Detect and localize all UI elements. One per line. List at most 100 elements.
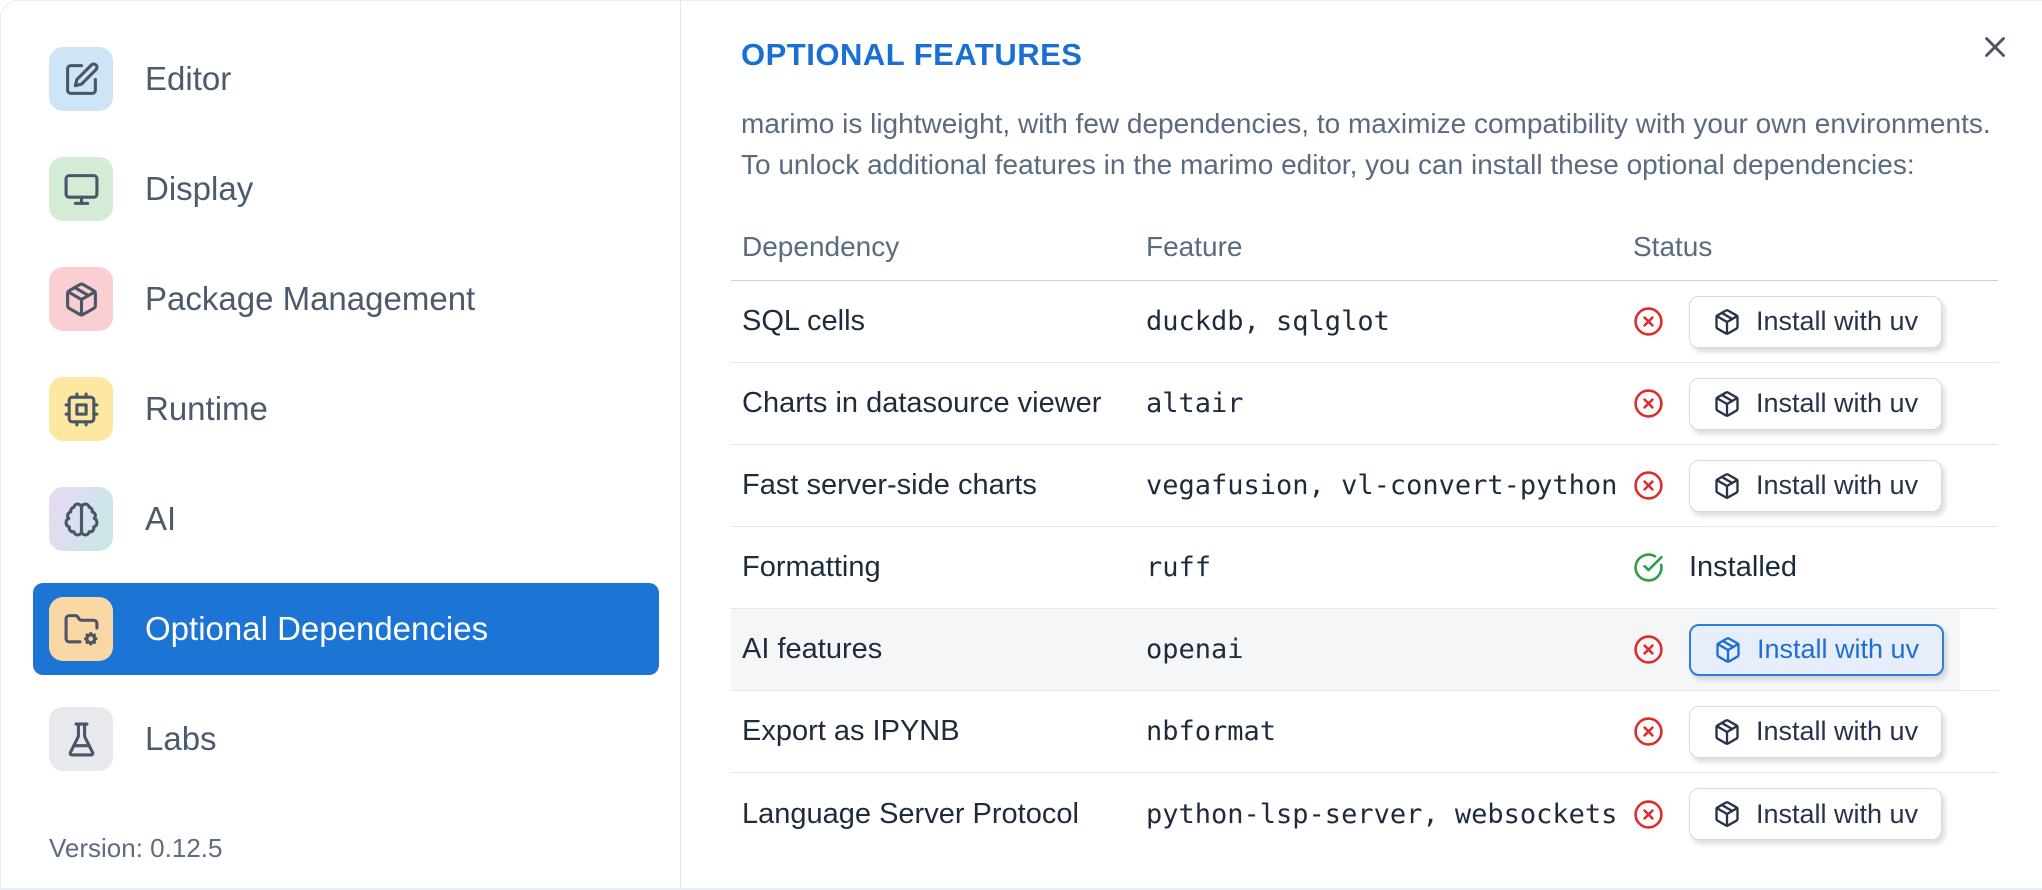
- feature-cell: ruff: [1146, 552, 1212, 583]
- optional-features-panel: OPTIONAL FEATURES marimo is lightweight,…: [682, 1, 2042, 888]
- settings-dialog: Editor Display Package Management Runtim…: [0, 0, 2042, 890]
- dependencies-table: Dependency Feature Status SQL cells duck…: [731, 213, 1998, 855]
- status-not-installed-icon: [1633, 634, 1664, 665]
- table-row: Language Server Protocol python-lsp-serv…: [731, 773, 1998, 855]
- table-row: SQL cells duckdb, sqlglot Install with u…: [731, 281, 1998, 363]
- circle-x-icon: [1634, 471, 1663, 500]
- status-cell: Install with uv: [1631, 623, 1998, 676]
- cpu-icon: [64, 392, 98, 426]
- page-title: OPTIONAL FEATURES: [741, 37, 1083, 72]
- sidebar-nav: Editor Display Package Management Runtim…: [33, 33, 680, 785]
- sidebar-item-label: Runtime: [145, 390, 268, 427]
- brain-icon-box: [49, 487, 113, 551]
- panel-description: marimo is lightweight, with few dependen…: [741, 108, 1991, 180]
- feature-cell: nbformat: [1146, 716, 1277, 747]
- status-not-installed-icon: [1633, 306, 1664, 337]
- package-icon: [1715, 390, 1739, 417]
- dependency-cell: Fast server-side charts: [742, 469, 1037, 501]
- package-icon: [1715, 472, 1739, 499]
- sidebar-item-ai[interactable]: AI: [33, 473, 659, 565]
- circle-check-icon: [1634, 553, 1663, 582]
- status-not-installed-icon: [1633, 388, 1664, 419]
- status-cell: Installed: [1631, 551, 1998, 584]
- circle-x-icon: [1634, 635, 1663, 664]
- status-cell: Install with uv: [1631, 788, 1998, 840]
- install-button-label: Install with uv: [1756, 798, 1919, 829]
- close-button[interactable]: [1973, 25, 2017, 69]
- package-icon: [65, 282, 97, 316]
- sidebar-item-package-management[interactable]: Package Management: [33, 253, 659, 345]
- install-with-uv-button[interactable]: Install with uv: [1689, 295, 1943, 348]
- install-with-uv-button[interactable]: Install with uv: [1689, 459, 1943, 512]
- folder-cog-icon: [64, 613, 98, 646]
- package-icon: [1715, 801, 1739, 827]
- status-installed-icon: [1633, 552, 1664, 583]
- install-with-uv-button[interactable]: Install with uv: [1689, 623, 1945, 676]
- dependency-cell: Language Server Protocol: [742, 797, 1079, 830]
- header-dependency: Dependency: [742, 230, 900, 262]
- sidebar-item-optional-dependencies[interactable]: Optional Dependencies: [33, 583, 659, 675]
- package-icon: [1715, 308, 1739, 335]
- sidebar-item-editor[interactable]: Editor: [33, 33, 659, 125]
- sidebar-item-label: Editor: [145, 60, 232, 97]
- sidebar-item-label: Package Management: [145, 280, 476, 317]
- status-not-installed-icon: [1633, 470, 1664, 501]
- cpu-icon-box: [49, 377, 113, 441]
- status-cell: Install with uv: [1631, 459, 1998, 512]
- feature-cell: openai: [1146, 634, 1244, 665]
- table-header-row: Dependency Feature Status: [731, 213, 1998, 281]
- circle-x-icon: [1634, 717, 1663, 746]
- status-cell: Install with uv: [1631, 705, 1998, 758]
- circle-x-icon: [1634, 307, 1663, 336]
- table-row: AI features openai Install with uv: [731, 609, 1998, 691]
- status-not-installed-icon: [1633, 799, 1664, 830]
- flask-icon: [68, 722, 94, 756]
- install-with-uv-button[interactable]: Install with uv: [1689, 377, 1943, 430]
- install-button-label: Install with uv: [1756, 388, 1919, 418]
- install-button-label: Install with uv: [1757, 634, 1920, 664]
- dependency-cell: Charts in datasource viewer: [742, 387, 1102, 419]
- feature-cell: duckdb, sqlglot: [1146, 306, 1390, 337]
- install-button-label: Install with uv: [1756, 306, 1919, 336]
- installed-label: Installed: [1689, 551, 1798, 583]
- package-icon: [1715, 718, 1739, 745]
- package-icon-box: [49, 267, 113, 331]
- square-pen-icon: [65, 62, 98, 95]
- header-status: Status: [1633, 230, 1713, 262]
- sidebar-item-runtime[interactable]: Runtime: [33, 363, 659, 455]
- settings-sidebar: Editor Display Package Management Runtim…: [1, 1, 681, 888]
- table-body: SQL cells duckdb, sqlglot Install with u…: [731, 281, 1998, 855]
- square-pen-icon-box: [49, 47, 113, 111]
- sidebar-item-label: Labs: [145, 720, 217, 757]
- install-button-label: Install with uv: [1756, 716, 1919, 746]
- install-button-label: Install with uv: [1756, 470, 1919, 500]
- circle-x-icon: [1634, 389, 1663, 418]
- feature-cell: python-lsp-server, websockets: [1146, 798, 1618, 830]
- monitor-icon: [64, 173, 98, 205]
- feature-cell: altair: [1146, 388, 1244, 419]
- status-not-installed-icon: [1633, 716, 1664, 747]
- monitor-icon-box: [49, 157, 113, 221]
- circle-x-icon: [1634, 799, 1663, 829]
- table-row: Charts in datasource viewer altair Insta…: [731, 363, 1998, 445]
- package-icon: [1716, 636, 1740, 663]
- sidebar-item-label: Display: [145, 170, 254, 207]
- table-row: Formatting ruff Installed: [731, 527, 1998, 609]
- dependency-cell: Export as IPYNB: [742, 715, 960, 747]
- flask-icon-box: [49, 707, 113, 771]
- status-cell: Install with uv: [1631, 377, 1998, 430]
- header-feature: Feature: [1146, 230, 1243, 262]
- dependency-cell: Formatting: [742, 551, 881, 583]
- install-with-uv-button[interactable]: Install with uv: [1689, 788, 1943, 840]
- sidebar-item-label: Optional Dependencies: [145, 610, 489, 647]
- feature-cell: vegafusion, vl-convert-python: [1146, 470, 1618, 501]
- sidebar-item-display[interactable]: Display: [33, 143, 659, 235]
- x-icon: [1985, 37, 2005, 57]
- table-row: Export as IPYNB nbformat Install with uv: [731, 691, 1998, 773]
- install-with-uv-button[interactable]: Install with uv: [1689, 705, 1943, 758]
- status-cell: Install with uv: [1631, 295, 1998, 348]
- brain-icon: [64, 502, 98, 536]
- sidebar-item-labs[interactable]: Labs: [33, 693, 659, 785]
- dependency-cell: SQL cells: [742, 305, 866, 337]
- dependency-cell: AI features: [742, 633, 883, 665]
